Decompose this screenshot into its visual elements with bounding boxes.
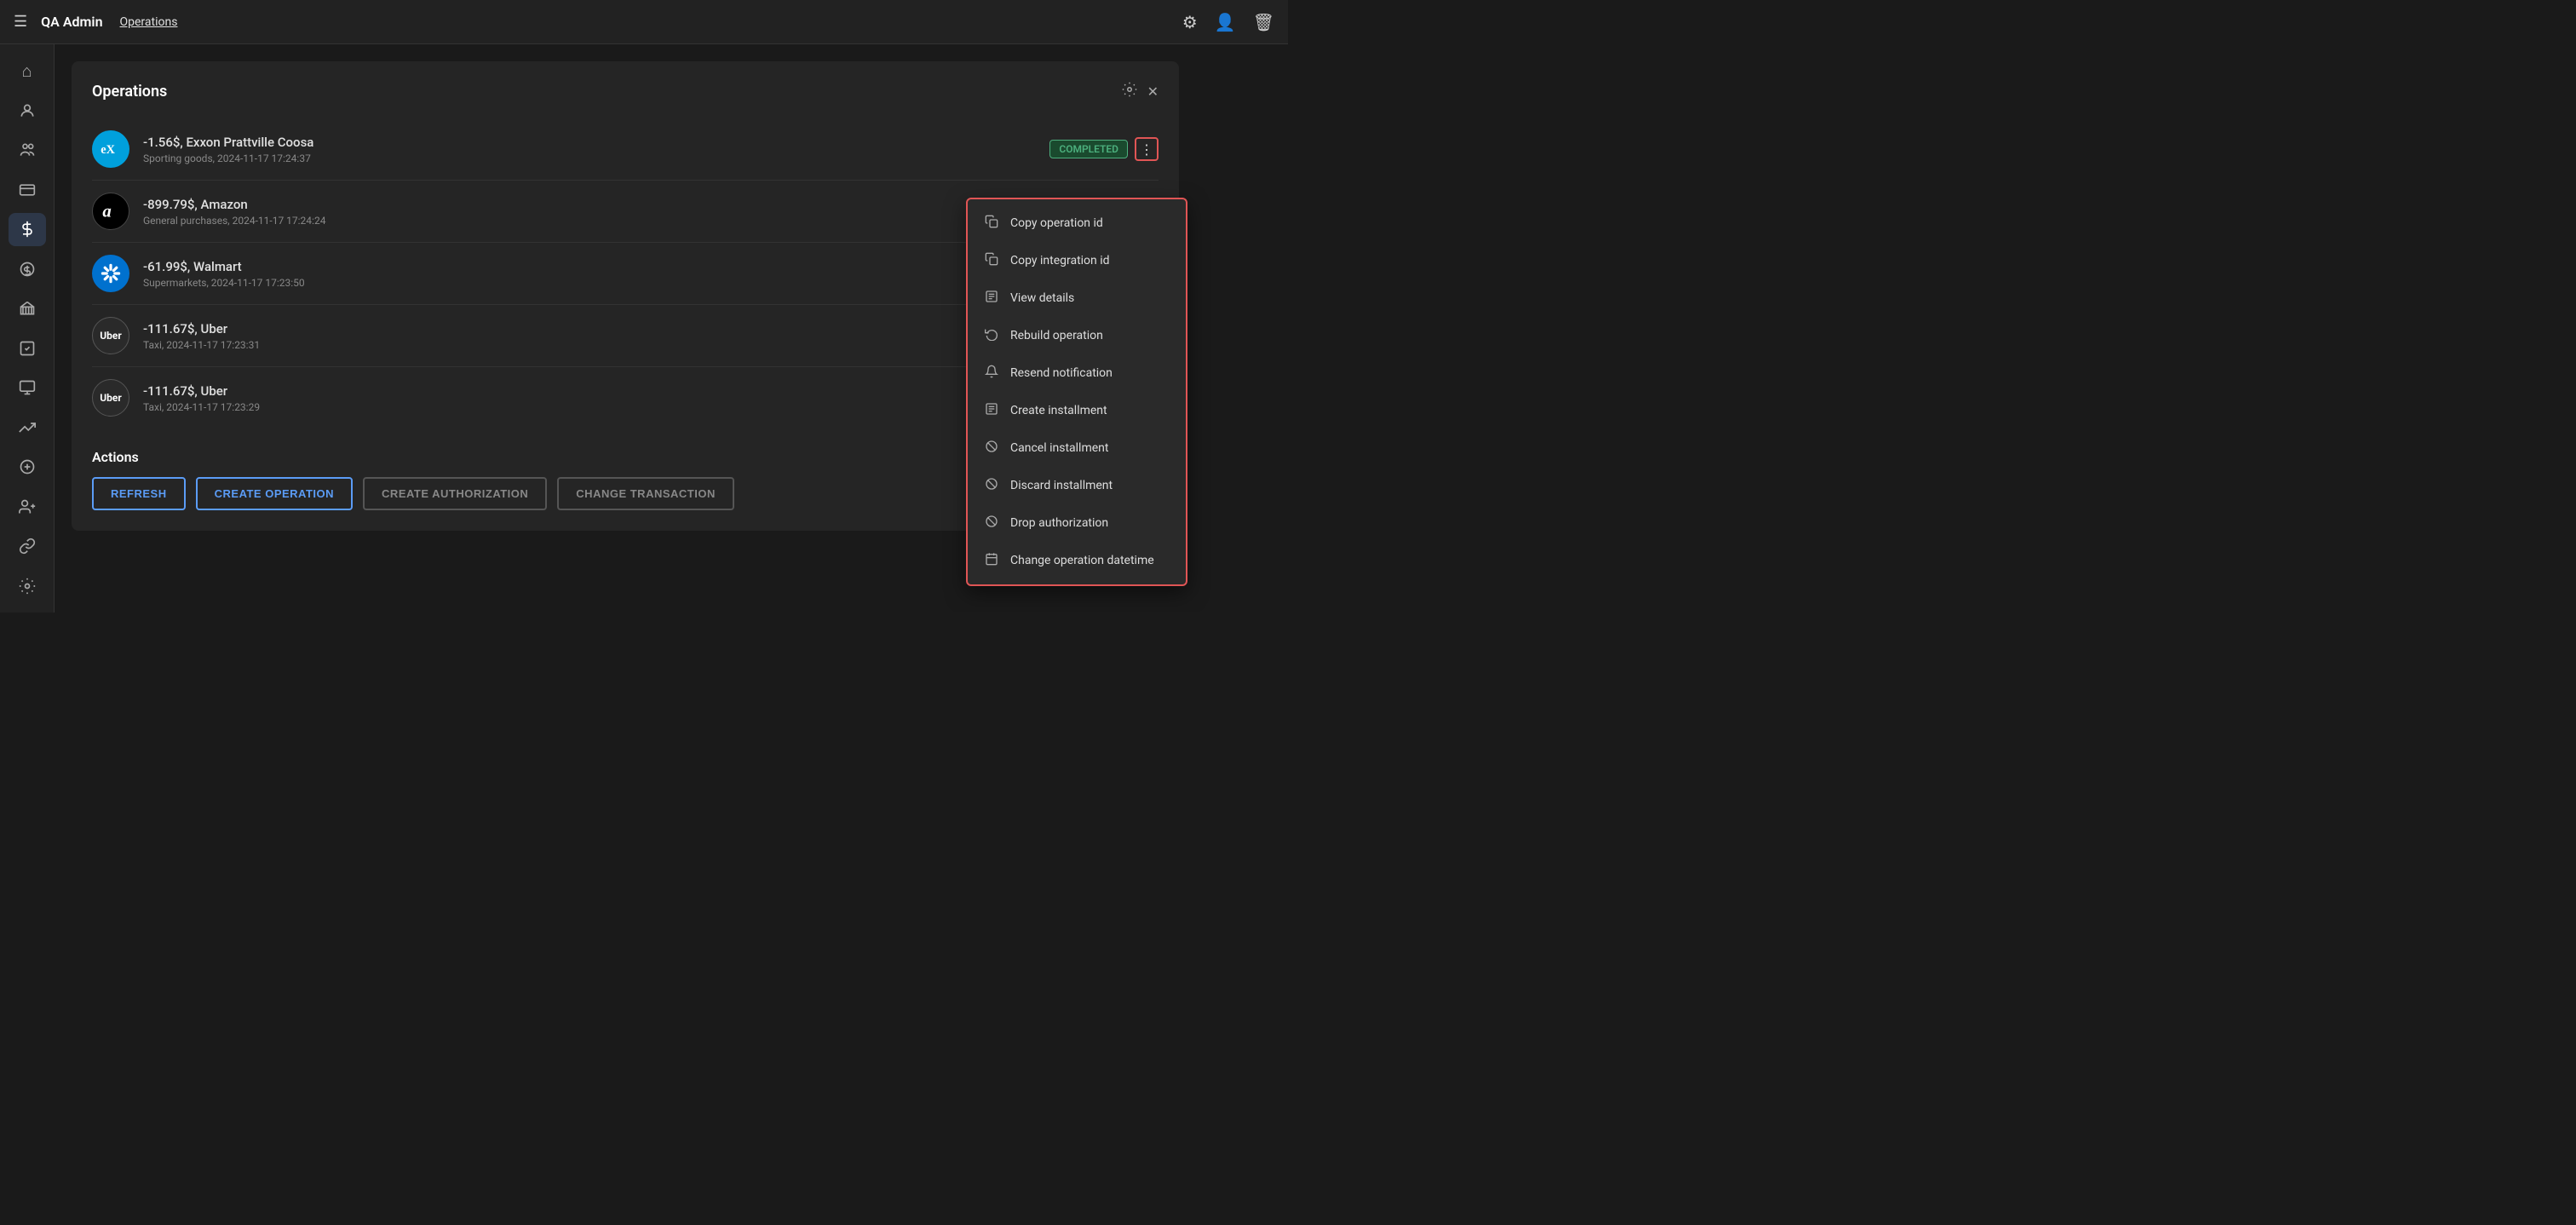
- operation-subtitle: Taxi, 2024-11-17 17:23:31: [143, 339, 260, 351]
- cancel-icon: [983, 440, 1000, 457]
- context-menu-rebuild-operation[interactable]: Rebuild operation: [968, 317, 1186, 354]
- settings-icon[interactable]: ⚙: [1182, 12, 1198, 32]
- operation-subtitle: General purchases, 2024-11-17 17:24:24: [143, 215, 325, 227]
- context-menu-item-label: View details: [1010, 291, 1074, 305]
- users-icon[interactable]: 👤: [1215, 12, 1236, 32]
- create-authorization-button[interactable]: CREATE AUTHORIZATION: [363, 477, 547, 510]
- operation-logo-uber-2: Uber: [92, 379, 129, 417]
- operation-info: -111.67$, Uber Taxi, 2024-11-17 17:23:31: [143, 321, 260, 351]
- create-operation-button[interactable]: CREATE OPERATION: [196, 477, 353, 510]
- sidebar-item-dollar-s[interactable]: [9, 253, 46, 286]
- operation-info: -61.99$, Walmart Supermarkets, 2024-11-1…: [143, 259, 305, 289]
- list-icon: [983, 402, 1000, 419]
- svg-text:a: a: [102, 201, 111, 221]
- operations-panel: Operations ✕ eX -1.56$, Exxon Prattvill: [72, 61, 1179, 531]
- sidebar-item-users[interactable]: [9, 134, 46, 167]
- hamburger-menu-icon[interactable]: ☰: [14, 13, 27, 31]
- context-menu: Copy operation id Copy integration id Vi…: [966, 198, 1187, 586]
- sidebar-item-bank[interactable]: [9, 292, 46, 325]
- operation-title: -1.56$, Exxon Prattville Coosa: [143, 135, 313, 150]
- context-menu-item-label: Copy integration id: [1010, 254, 1110, 267]
- rebuild-icon: [983, 327, 1000, 344]
- app-title: QA Admin: [41, 14, 102, 30]
- context-menu-item-label: Create installment: [1010, 404, 1107, 417]
- panel-header: Operations ✕: [92, 82, 1159, 101]
- top-header: ☰ QA Admin Operations ⚙ 👤 🗑: [0, 0, 1288, 44]
- operation-logo-exxon: eX: [92, 130, 129, 168]
- panel-title: Operations: [92, 83, 167, 101]
- copy-icon: [983, 215, 1000, 232]
- context-menu-discard-installment[interactable]: Discard installment: [968, 467, 1186, 504]
- operation-title: -111.67$, Uber: [143, 321, 260, 336]
- operations-nav-link[interactable]: Operations: [120, 15, 178, 29]
- bell-icon: [983, 365, 1000, 382]
- sidebar: ⌂: [0, 44, 55, 612]
- sidebar-item-chart[interactable]: [9, 411, 46, 445]
- document-icon: [983, 290, 1000, 307]
- operation-logo-uber: Uber: [92, 317, 129, 354]
- sidebar-item-settings[interactable]: [9, 570, 46, 603]
- drop-icon: [983, 515, 1000, 532]
- svg-text:eX: eX: [101, 143, 115, 157]
- refresh-button[interactable]: REFRESH: [92, 477, 186, 510]
- discard-icon: [983, 477, 1000, 494]
- context-menu-resend-notification[interactable]: Resend notification: [968, 354, 1186, 392]
- operation-title: -111.67$, Uber: [143, 383, 260, 399]
- header-icons: ⚙ 👤 🗑: [1182, 12, 1274, 32]
- context-menu-item-label: Discard installment: [1010, 479, 1113, 492]
- context-menu-item-label: Resend notification: [1010, 366, 1113, 380]
- sidebar-item-screen[interactable]: [9, 371, 46, 405]
- sidebar-item-home[interactable]: ⌂: [9, 55, 46, 88]
- context-menu-copy-operation-id[interactable]: Copy operation id: [968, 204, 1186, 242]
- operation-logo-amazon: a: [92, 193, 129, 230]
- operation-item: eX -1.56$, Exxon Prattville Coosa Sporti…: [92, 118, 1159, 181]
- operation-subtitle: Supermarkets, 2024-11-17 17:23:50: [143, 277, 305, 289]
- more-options-button[interactable]: ⋮: [1135, 137, 1159, 161]
- context-menu-item-label: Cancel installment: [1010, 441, 1108, 455]
- operation-status: COMPLETED ⋮: [1049, 137, 1159, 161]
- context-menu-item-label: Rebuild operation: [1010, 329, 1103, 342]
- sidebar-item-dollar[interactable]: [9, 213, 46, 246]
- context-menu-view-details[interactable]: View details: [968, 279, 1186, 317]
- sidebar-item-add-circle[interactable]: [9, 451, 46, 484]
- panel-close-icon[interactable]: ✕: [1147, 83, 1159, 100]
- context-menu-item-label: Copy operation id: [1010, 216, 1103, 230]
- sidebar-item-person-add[interactable]: [9, 491, 46, 524]
- copy-icon-2: [983, 252, 1000, 269]
- operation-title: -899.79$, Amazon: [143, 197, 325, 212]
- context-menu-item-label: Drop authorization: [1010, 516, 1108, 530]
- sidebar-item-card[interactable]: [9, 174, 46, 207]
- operation-info: -111.67$, Uber Taxi, 2024-11-17 17:23:29: [143, 383, 260, 413]
- panel-settings-icon[interactable]: [1122, 82, 1137, 101]
- main-layout: ⌂: [0, 44, 1288, 612]
- context-menu-copy-integration-id[interactable]: Copy integration id: [968, 242, 1186, 279]
- context-menu-item-label: Change operation datetime: [1010, 554, 1154, 567]
- status-badge: COMPLETED: [1049, 140, 1128, 158]
- context-menu-cancel-installment[interactable]: Cancel installment: [968, 429, 1186, 467]
- operation-subtitle: Taxi, 2024-11-17 17:23:29: [143, 401, 260, 413]
- content-area: Operations ✕ eX -1.56$, Exxon Prattvill: [55, 44, 1288, 612]
- context-menu-drop-authorization[interactable]: Drop authorization: [968, 504, 1186, 542]
- context-menu-change-datetime[interactable]: Change operation datetime: [968, 542, 1186, 579]
- trash-icon[interactable]: 🗑: [1253, 12, 1274, 32]
- sidebar-item-link[interactable]: [9, 530, 46, 563]
- context-menu-create-installment[interactable]: Create installment: [968, 392, 1186, 429]
- calendar-icon: [983, 552, 1000, 569]
- change-transaction-button[interactable]: CHANGE TRANSACTION: [557, 477, 734, 510]
- operation-logo-walmart: [92, 255, 129, 292]
- panel-header-icons: ✕: [1122, 82, 1159, 101]
- operation-info: -1.56$, Exxon Prattville Coosa Sporting …: [143, 135, 313, 164]
- sidebar-item-task[interactable]: [9, 332, 46, 365]
- operation-info: -899.79$, Amazon General purchases, 2024…: [143, 197, 325, 227]
- operation-subtitle: Sporting goods, 2024-11-17 17:24:37: [143, 152, 313, 164]
- sidebar-item-user[interactable]: [9, 95, 46, 128]
- operation-title: -61.99$, Walmart: [143, 259, 305, 274]
